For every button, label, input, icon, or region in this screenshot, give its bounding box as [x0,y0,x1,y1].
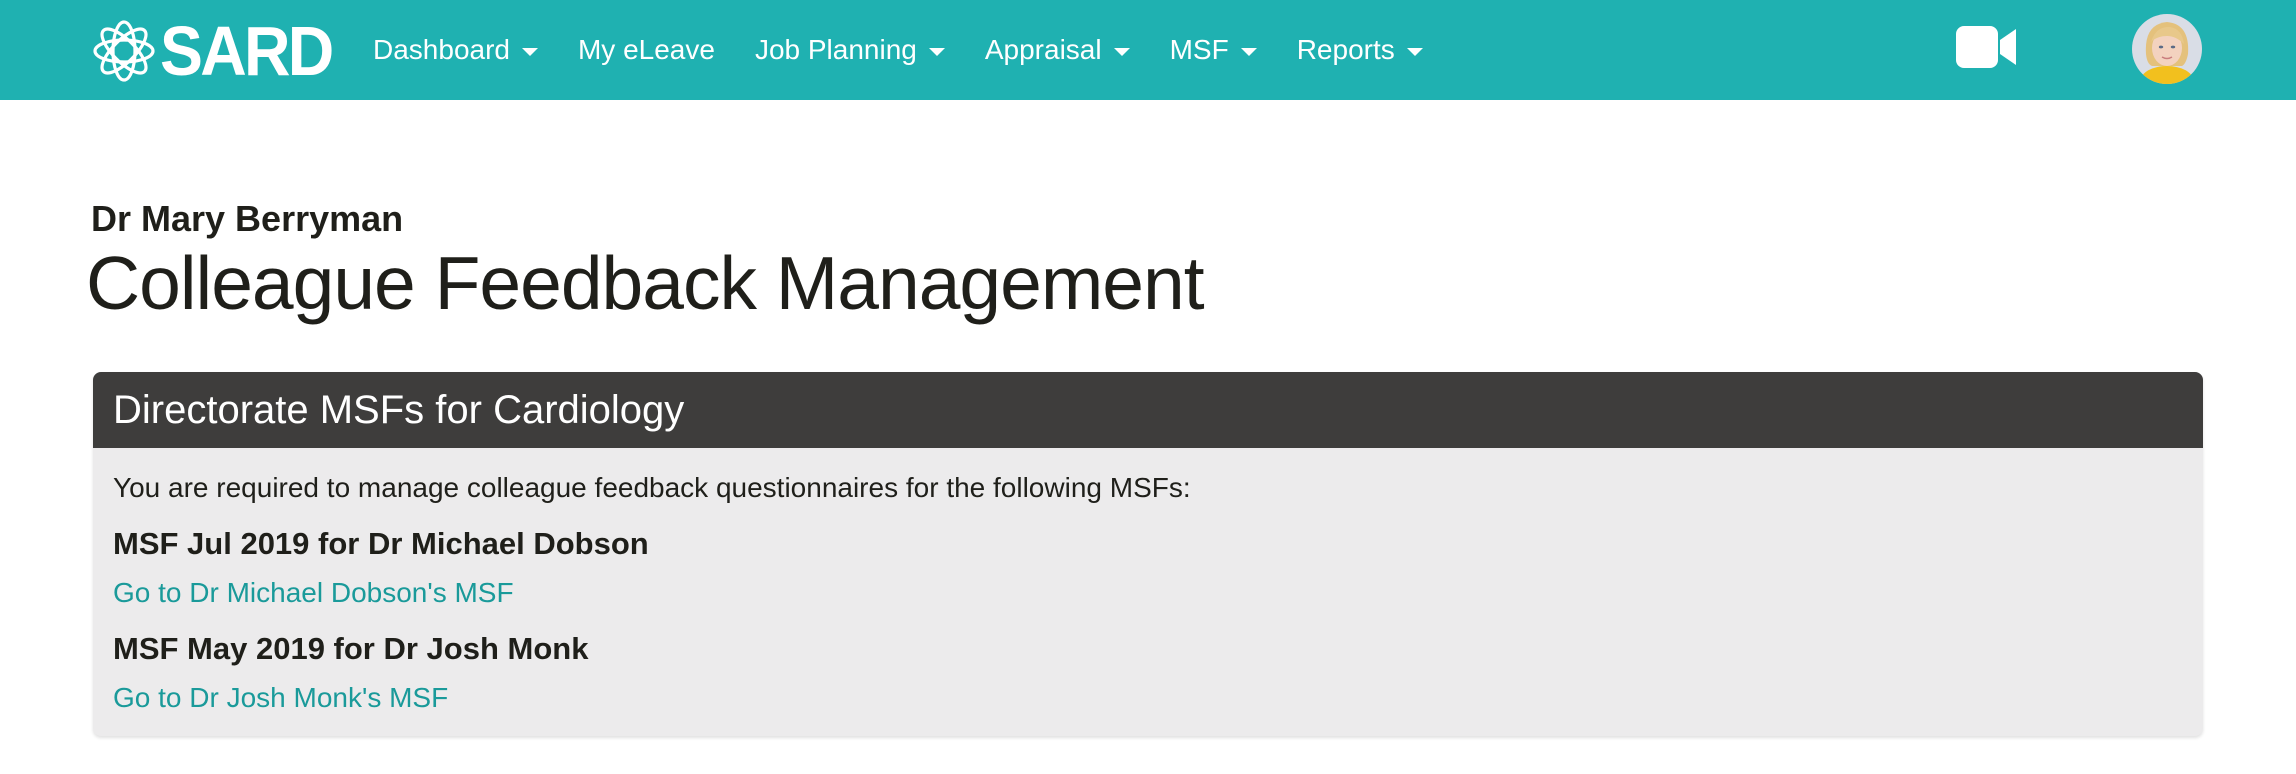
nav-label: Dashboard [373,34,510,65]
sard-logo-icon [93,20,155,82]
nav-appraisal[interactable]: Appraisal [985,34,1130,66]
msf-link[interactable]: Go to Dr Michael Dobson's MSF [113,577,514,609]
nav-job-planning[interactable]: Job Planning [755,34,945,66]
brand-logo[interactable]: SARD [92,12,346,90]
video-call-button[interactable] [1956,24,2018,70]
nav-reports[interactable]: Reports [1297,34,1423,66]
panel-intro: You are required to manage colleague fee… [113,472,1191,503]
msf-title: MSF Jul 2019 for Dr Michael Dobson [113,526,649,561]
video-camera-icon [1956,26,2016,68]
nav-label: Job Planning [754,34,917,65]
msf-link[interactable]: Go to Dr Josh Monk's MSF [113,682,448,714]
msf-panel: Directorate MSFs for Cardiology You are … [93,372,2203,736]
nav-label: MSF [1169,34,1229,65]
caret-down-icon [1240,47,1257,56]
caret-down-icon [928,47,945,56]
top-navbar: SARD Dashboard My eLeave Job Planning Ap… [0,0,2296,100]
caret-down-icon [1406,47,1423,56]
nav-dashboard[interactable]: Dashboard [373,34,538,66]
doctor-name: Dr Mary Berryman [91,198,404,239]
nav-label: Appraisal [984,34,1102,65]
panel-header: Directorate MSFs for Cardiology [93,372,2203,448]
page-title: Colleague Feedback Management [86,241,1205,325]
brand-name: SARD [160,12,334,90]
nav-msf[interactable]: MSF [1170,34,1257,66]
nav-label: My eLeave [577,34,715,65]
nav-my-eleave[interactable]: My eLeave [578,34,715,66]
caret-down-icon [1113,47,1130,56]
caret-down-icon [521,47,538,56]
msf-title: MSF May 2019 for Dr Josh Monk [113,631,589,666]
avatar-image [2132,14,2202,84]
main-nav: Dashboard My eLeave Job Planning Apprais… [373,0,1463,100]
user-avatar[interactable] [2132,14,2202,84]
nav-label: Reports [1296,34,1395,65]
